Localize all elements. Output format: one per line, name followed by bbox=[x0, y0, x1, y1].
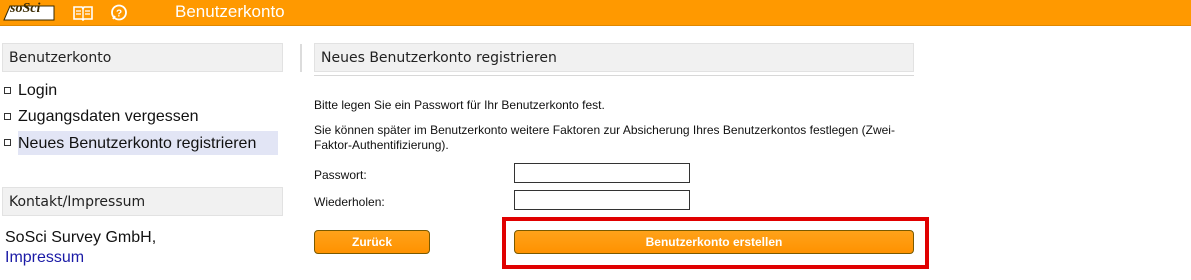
sidebar-item-login[interactable]: Login bbox=[2, 79, 283, 105]
app-title: Benutzerkonto bbox=[175, 2, 285, 21]
svg-text:?: ? bbox=[116, 9, 122, 20]
title-divider bbox=[314, 75, 914, 76]
contact-section-title: Kontakt/Impressum bbox=[2, 187, 283, 216]
sidebar-section-title: Benutzerkonto bbox=[2, 43, 283, 72]
impressum-link[interactable]: Impressum bbox=[5, 249, 84, 267]
password-field[interactable] bbox=[514, 163, 690, 183]
two-factor-note: Sie können später im Benutzerkonto weite… bbox=[314, 123, 895, 152]
top-bar: soSci ? Benutzerkonto bbox=[0, 0, 1191, 26]
sidebar-nav: Login Zugangsdaten vergessen Neues Benut… bbox=[2, 79, 283, 157]
sidebar-item-label: Neues Benutzerkonto registrieren bbox=[18, 131, 279, 155]
back-button[interactable]: Zurück bbox=[314, 230, 430, 254]
bullet-icon bbox=[4, 139, 11, 146]
sidebar-item-forgot-credentials[interactable]: Zugangsdaten vergessen bbox=[2, 105, 283, 131]
company-name: SoSci Survey GmbH, bbox=[5, 229, 157, 246]
logo-text: soSci bbox=[10, 1, 41, 16]
intro-text: Bitte legen Sie ein Passwort für Ihr Ben… bbox=[314, 98, 605, 112]
sidebar-item-register[interactable]: Neues Benutzerkonto registrieren bbox=[2, 131, 283, 157]
help-chat-icon[interactable]: ? bbox=[109, 4, 129, 22]
repeat-password-field[interactable] bbox=[514, 190, 690, 210]
sidebar-item-label: Zugangsdaten vergessen bbox=[18, 108, 199, 125]
bullet-icon bbox=[4, 87, 11, 94]
manual-book-icon[interactable] bbox=[72, 4, 93, 22]
repeat-password-label: Wiederholen: bbox=[314, 195, 385, 209]
sidebar-item-label: Login bbox=[18, 82, 58, 99]
password-label: Passwort: bbox=[314, 168, 367, 182]
bullet-icon bbox=[4, 113, 11, 120]
create-account-button[interactable]: Benutzerkonto erstellen bbox=[514, 230, 914, 254]
page-title: Neues Benutzerkonto registrieren bbox=[314, 43, 914, 72]
column-divider bbox=[300, 44, 302, 72]
